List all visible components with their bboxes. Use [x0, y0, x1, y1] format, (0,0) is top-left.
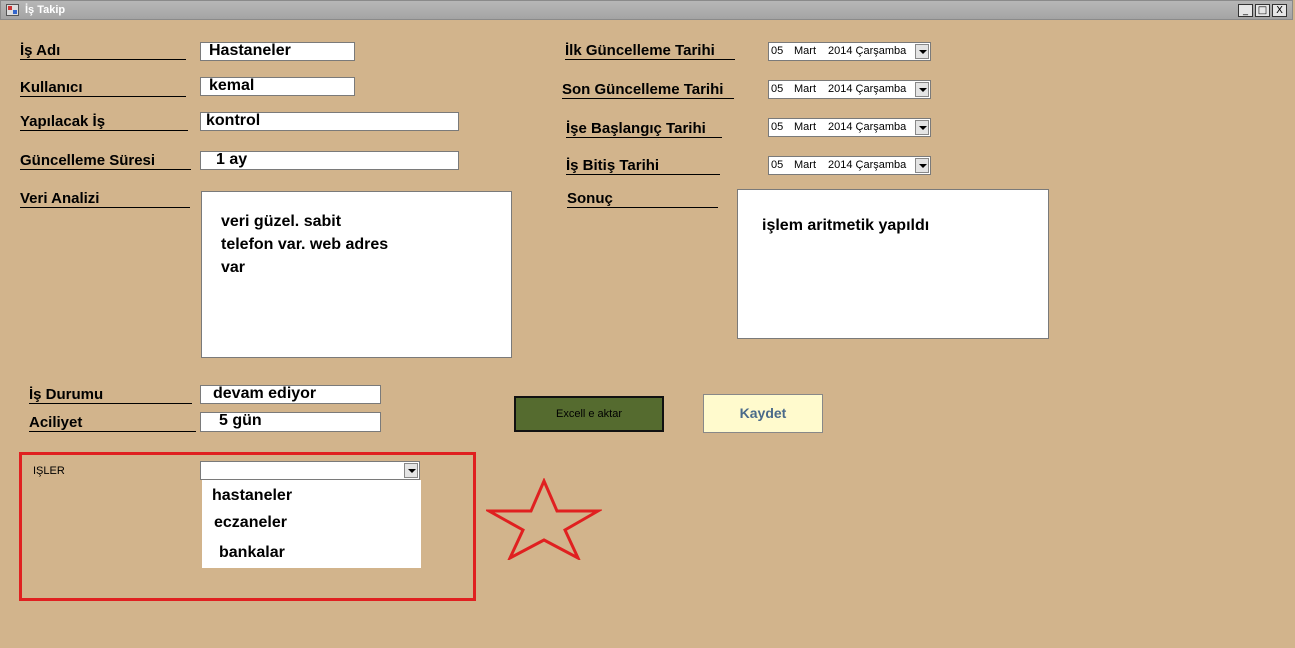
yapilacak-is-field[interactable]: kontrol	[200, 112, 459, 131]
date-month: Mart	[794, 83, 816, 95]
date-day: 05	[771, 83, 784, 95]
excel-export-button[interactable]: Excell e aktar	[514, 396, 664, 432]
veri-analizi-textarea[interactable]: veri güzel. sabit telefon var. web adres…	[201, 191, 512, 358]
is-bitis-tarihi-label: İş Bitiş Tarihi	[566, 157, 720, 175]
ise-baslangic-tarihi-label: İşe Başlangıç Tarihi	[566, 120, 722, 138]
sonuc-textarea[interactable]: işlem aritmetik yapıldı	[737, 189, 1049, 339]
date-day: 05	[771, 45, 784, 57]
date-year-weekday: 2014 Çarşamba	[828, 159, 907, 171]
chevron-down-icon[interactable]	[915, 120, 929, 135]
is-adi-label: İş Adı	[20, 42, 186, 60]
isler-combobox[interactable]	[200, 461, 420, 480]
ilk-guncelleme-tarihi-label: İlk Güncelleme Tarihi	[565, 42, 735, 60]
save-button[interactable]: Kaydet	[703, 394, 823, 433]
date-month: Mart	[794, 159, 816, 171]
date-day: 05	[771, 121, 784, 133]
isler-dropdown-list: hastaneler eczaneler bankalar	[202, 480, 421, 568]
maximize-button[interactable]: □	[1255, 4, 1270, 17]
date-day: 05	[771, 159, 784, 171]
is-durumu-label: İş Durumu	[29, 386, 192, 404]
isler-label: IŞLER	[33, 465, 65, 477]
date-year-weekday: 2014 Çarşamba	[828, 45, 907, 57]
kullanici-field[interactable]: kemal	[200, 77, 355, 96]
isler-option-bankalar[interactable]: bankalar	[219, 544, 285, 562]
guncelleme-suresi-label: Güncelleme Süresi	[20, 152, 191, 170]
aciliyet-label: Aciliyet	[29, 414, 196, 432]
aciliyet-field[interactable]: 5 gün	[200, 412, 381, 432]
veri-analizi-label: Veri Analizi	[20, 190, 190, 208]
app-icon	[6, 4, 19, 16]
isler-option-hastaneler[interactable]: hastaneler	[212, 487, 292, 505]
is-durumu-field[interactable]: devam ediyor	[200, 385, 381, 404]
ilk-guncelleme-tarihi-picker[interactable]: 05 Mart 2014 Çarşamba	[768, 42, 931, 61]
date-month: Mart	[794, 45, 816, 57]
chevron-down-icon[interactable]	[404, 463, 418, 478]
date-year-weekday: 2014 Çarşamba	[828, 83, 907, 95]
chevron-down-icon[interactable]	[915, 44, 929, 59]
minimize-button[interactable]: _	[1238, 4, 1253, 17]
ise-baslangic-tarihi-picker[interactable]: 05 Mart 2014 Çarşamba	[768, 118, 931, 137]
is-bitis-tarihi-picker[interactable]: 05 Mart 2014 Çarşamba	[768, 156, 931, 175]
son-guncelleme-tarihi-label: Son Güncelleme Tarihi	[562, 81, 734, 99]
date-month: Mart	[794, 121, 816, 133]
yapilacak-is-label: Yapılacak İş	[20, 113, 188, 131]
is-adi-field[interactable]: Hastaneler	[200, 42, 355, 61]
date-year-weekday: 2014 Çarşamba	[828, 121, 907, 133]
chevron-down-icon[interactable]	[915, 158, 929, 173]
window-title: İş Takip	[25, 4, 66, 16]
close-button[interactable]: X	[1272, 4, 1287, 17]
sonuc-label: Sonuç	[567, 190, 718, 208]
kullanici-label: Kullanıcı	[20, 79, 186, 97]
son-guncelleme-tarihi-picker[interactable]: 05 Mart 2014 Çarşamba	[768, 80, 931, 99]
title-bar: İş Takip _ □ X	[0, 0, 1293, 20]
guncelleme-suresi-field[interactable]: 1 ay	[200, 151, 459, 170]
star-icon	[486, 478, 602, 560]
isler-option-eczaneler[interactable]: eczaneler	[214, 514, 287, 532]
chevron-down-icon[interactable]	[915, 82, 929, 97]
